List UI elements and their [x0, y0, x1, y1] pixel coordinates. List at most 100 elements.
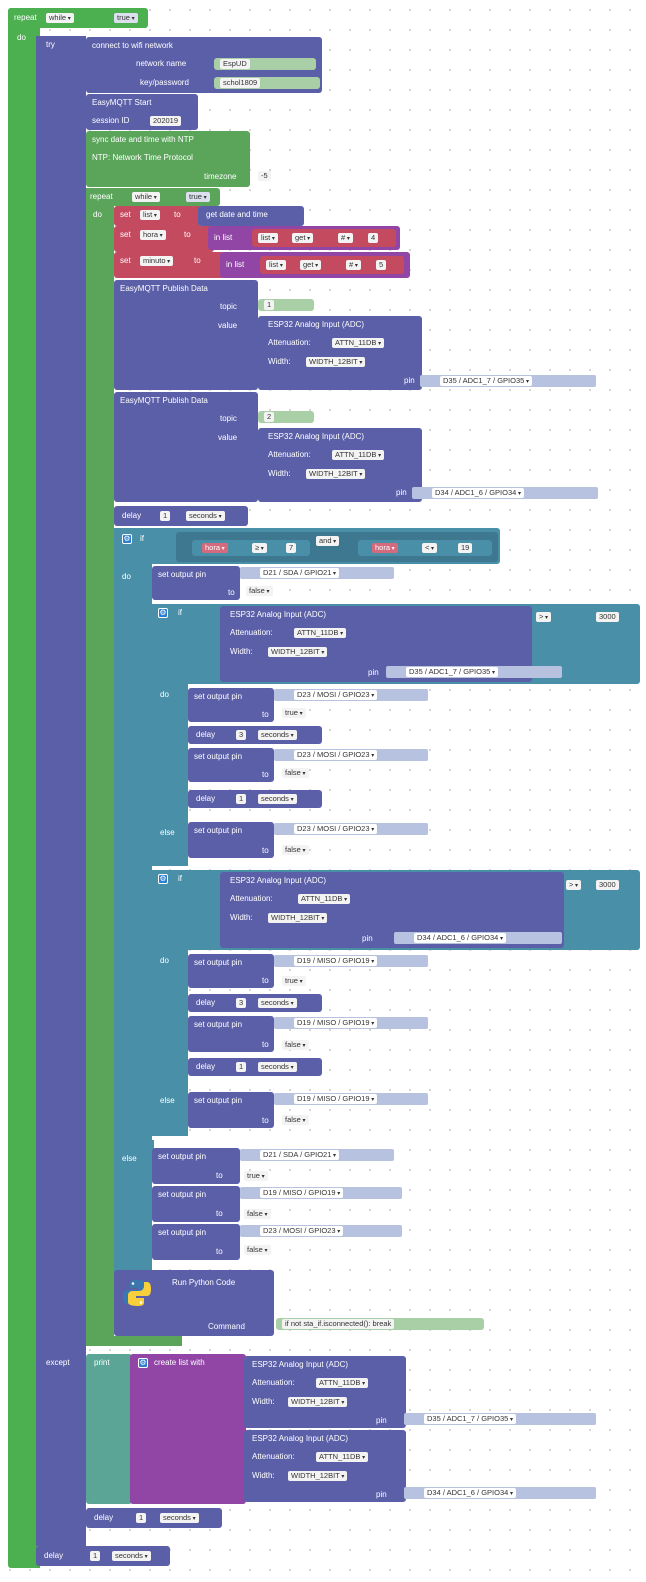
- hora-get-dropdown[interactable]: get: [292, 233, 314, 243]
- adc1-width-dropdown[interactable]: WIDTH_12BIT: [306, 357, 366, 367]
- hora-var-dropdown[interactable]: hora: [140, 230, 166, 240]
- delay-1a-unit[interactable]: seconds: [258, 794, 297, 804]
- minuto-list-index-block[interactable]: in list list get # 5: [220, 252, 410, 278]
- adc6-pin-dropdown[interactable]: D34 / ADC1_6 / GPIO34: [424, 1488, 516, 1498]
- delay-3a-unit[interactable]: seconds: [258, 730, 297, 740]
- delay-final-value[interactable]: 1: [90, 1551, 101, 1561]
- repeat-while-inner-header[interactable]: repeat while true: [86, 188, 220, 206]
- python-command-value[interactable]: if not sta_if.isconnected(): break: [282, 1319, 395, 1329]
- gear-icon[interactable]: ⚙: [158, 608, 168, 618]
- minuto-index-value[interactable]: 5: [376, 260, 387, 270]
- print-block[interactable]: print: [86, 1354, 132, 1504]
- d21-a-pin-dropdown[interactable]: D21 / SDA / GPIO21: [260, 568, 340, 578]
- gte-operator[interactable]: ≥: [252, 543, 267, 553]
- adc6-width-dropdown[interactable]: WIDTH_12BIT: [288, 1471, 348, 1481]
- adc3-width-dropdown[interactable]: WIDTH_12BIT: [268, 647, 328, 657]
- network-name-value[interactable]: EspUD: [220, 59, 250, 69]
- gt-operator-2[interactable]: >: [566, 880, 582, 890]
- delay-3a-value[interactable]: 3: [236, 730, 247, 740]
- delay-after-publish[interactable]: delay 1 seconds: [114, 506, 248, 526]
- set-hora-block[interactable]: set hora to: [114, 226, 214, 252]
- minuto-var-dropdown[interactable]: minuto: [140, 256, 174, 266]
- adc-block-6[interactable]: ESP32 Analog Input (ADC) Attenuation: AT…: [244, 1430, 406, 1502]
- repeat-while-outer-header[interactable]: repeat while true: [8, 8, 148, 28]
- delay-final-unit[interactable]: seconds: [112, 1551, 151, 1561]
- condition-true[interactable]: true: [114, 13, 138, 23]
- gt-operator-1[interactable]: >: [536, 612, 552, 622]
- while-dropdown[interactable]: while: [46, 13, 74, 23]
- delay-3-b[interactable]: delay 3 seconds: [188, 994, 322, 1012]
- set-d21-true[interactable]: set output pin to: [152, 1148, 240, 1184]
- set-d23-false-a[interactable]: set output pin to: [188, 748, 274, 782]
- ntp-sync-block[interactable]: sync date and time with NTP NTP: Network…: [86, 131, 271, 187]
- set-d19-false-else[interactable]: set output pin to: [188, 1092, 274, 1128]
- gear-icon[interactable]: ⚙: [138, 1358, 148, 1368]
- and-dropdown[interactable]: and: [316, 536, 340, 546]
- d23-else-value[interactable]: false: [282, 845, 309, 855]
- d23-false-a-value[interactable]: false: [282, 768, 309, 778]
- adc5-atten-dropdown[interactable]: ATTN_11DB: [316, 1378, 369, 1388]
- d19-false-a-value[interactable]: false: [282, 1040, 309, 1050]
- delay-except-unit[interactable]: seconds: [160, 1513, 199, 1523]
- delay-value-1[interactable]: 1: [160, 511, 171, 521]
- d23-b-pin-dropdown[interactable]: D23 / MOSI / GPIO23: [260, 1226, 344, 1236]
- session-id-value[interactable]: 202019: [150, 116, 182, 126]
- set-minuto-block[interactable]: set minuto to: [114, 252, 224, 278]
- set-list-block[interactable]: set list to: [114, 206, 202, 226]
- get-date-block[interactable]: get date and time: [198, 206, 304, 226]
- try-except-block[interactable]: [36, 36, 86, 1546]
- wifi-connect-block[interactable]: connect to wifi network network name Esp…: [86, 37, 322, 93]
- lt-operator[interactable]: <: [422, 543, 438, 553]
- adc-block-1[interactable]: ESP32 Analog Input (ADC) Attenuation: AT…: [258, 316, 422, 390]
- adc4-pin-dropdown[interactable]: D34 / ADC1_6 / GPIO34: [414, 933, 506, 943]
- adc6-atten-dropdown[interactable]: ATTN_11DB: [316, 1452, 369, 1462]
- adc-block-5[interactable]: ESP32 Analog Input (ADC) Attenuation: AT…: [244, 1356, 406, 1428]
- d19-true-value[interactable]: true: [282, 976, 306, 986]
- set-d21-block-a[interactable]: set output pin to: [152, 566, 240, 600]
- list-var-dropdown[interactable]: list: [140, 210, 160, 220]
- adc5-width-dropdown[interactable]: WIDTH_12BIT: [288, 1397, 348, 1407]
- hora-list-index-block[interactable]: in list list get # 4: [208, 226, 400, 250]
- set-d23-true[interactable]: set output pin to: [188, 688, 274, 722]
- hora-list-dropdown[interactable]: list: [258, 233, 278, 243]
- d21-true-value[interactable]: true: [244, 1171, 268, 1181]
- inner-while-dropdown[interactable]: while: [132, 192, 160, 202]
- adc5-pin-dropdown[interactable]: D35 / ADC1_7 / GPIO35: [424, 1414, 516, 1424]
- publish2-topic-value[interactable]: 2: [264, 412, 275, 422]
- adc3-pin-dropdown[interactable]: D35 / ADC1_7 / GPIO35: [406, 667, 498, 677]
- d23-true-value[interactable]: true: [282, 708, 306, 718]
- delay-3-a[interactable]: delay 3 seconds: [188, 726, 322, 744]
- delay-1b-value[interactable]: 1: [236, 1062, 247, 1072]
- d19-false-a-pin-dropdown[interactable]: D19 / MISO / GPIO19: [294, 1018, 378, 1028]
- and-condition[interactable]: hora ≥ 7 and hora < 19: [176, 532, 498, 562]
- delay-final[interactable]: delay 1 seconds: [36, 1546, 170, 1566]
- minuto-list-dropdown[interactable]: list: [266, 260, 286, 270]
- delay-3b-value[interactable]: 3: [236, 998, 247, 1008]
- threshold-1[interactable]: 3000: [596, 612, 619, 622]
- hora-index-mode[interactable]: #: [338, 233, 353, 243]
- d19-b-pin-dropdown[interactable]: D19 / MISO / GPIO19: [260, 1188, 344, 1198]
- minuto-get-dropdown[interactable]: get: [300, 260, 322, 270]
- threshold-2[interactable]: 3000: [596, 880, 619, 890]
- delay-1a-value[interactable]: 1: [236, 794, 247, 804]
- d23-true-pin-dropdown[interactable]: D23 / MOSI / GPIO23: [294, 690, 378, 700]
- hora-compare-var-2[interactable]: hora: [372, 543, 398, 553]
- delay-1b-unit[interactable]: seconds: [258, 1062, 297, 1072]
- inner-condition-true[interactable]: true: [186, 192, 210, 202]
- d23-b-value[interactable]: false: [244, 1245, 271, 1255]
- key-value[interactable]: schol1809: [220, 78, 261, 88]
- adc1-pin-dropdown[interactable]: D35 / ADC1_7 / GPIO35: [440, 376, 532, 386]
- gear-icon[interactable]: ⚙: [158, 874, 168, 884]
- mqtt-start-block[interactable]: EasyMQTT Start session ID 202019: [86, 94, 198, 130]
- d19-else-pin-dropdown[interactable]: D19 / MISO / GPIO19: [294, 1094, 378, 1104]
- adc-block-2[interactable]: ESP32 Analog Input (ADC) Attenuation: AT…: [258, 428, 422, 502]
- adc4-width-dropdown[interactable]: WIDTH_12BIT: [268, 913, 328, 923]
- mqtt-publish-2[interactable]: EasyMQTT Publish Data topic value: [114, 392, 258, 502]
- delay-except[interactable]: delay 1 seconds: [86, 1508, 222, 1528]
- set-d19-false-a[interactable]: set output pin to: [188, 1016, 274, 1052]
- d19-else-value[interactable]: false: [282, 1115, 309, 1125]
- hour-nineteen[interactable]: 19: [458, 543, 473, 553]
- mqtt-publish-1[interactable]: EasyMQTT Publish Data topic value: [114, 280, 258, 390]
- gear-icon[interactable]: ⚙: [122, 534, 132, 544]
- delay-1-a[interactable]: delay 1 seconds: [188, 790, 322, 808]
